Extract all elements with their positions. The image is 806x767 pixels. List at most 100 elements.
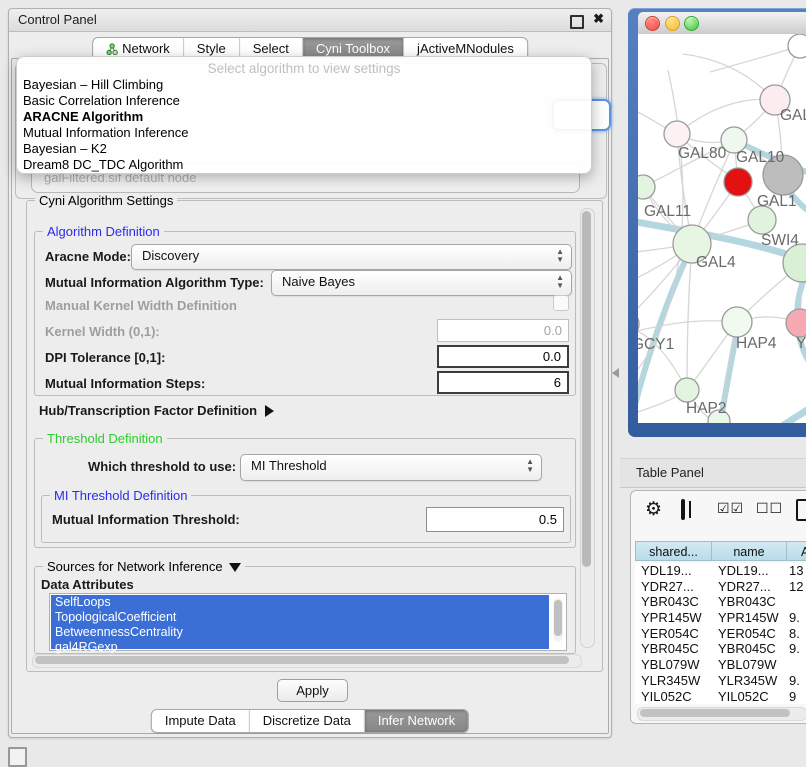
node-label: HAP4 [736,335,777,352]
minimize-window-icon[interactable] [665,16,680,31]
table-hscroll-thumb[interactable] [640,709,790,717]
table-column-header[interactable]: name [712,541,787,561]
node-label: GCY1 [638,336,674,353]
table-column-header[interactable]: A [787,541,806,561]
node-label: GAL10 [736,149,785,166]
kernel-width-label: Kernel Width (0,1): [45,324,160,339]
attribute-list-item[interactable]: SelfLoops [51,595,549,610]
network-node[interactable] [722,307,752,337]
select-all-icon[interactable]: ☑☑ [717,500,744,517]
network-node[interactable] [638,175,655,199]
network-node[interactable] [786,309,806,337]
tab-infer-network[interactable]: Infer Network [364,710,468,732]
sources-group: Sources for Network Inference Data Attri… [34,566,576,654]
attribute-list-item[interactable]: BetweennessCentrality [51,625,549,640]
network-canvas[interactable]: GALGAL80GAL10GAL1GAL11SWI4GAL4GCY1HAP4YH… [638,34,806,423]
data-attributes-list[interactable]: SelfLoopsTopologicalCoefficientBetweenne… [49,593,567,651]
network-edge[interactable] [710,46,800,72]
algorithm-option[interactable]: Dream8 DC_TDC Algorithm [17,157,591,173]
table-row[interactable]: YBL079WYBL079W [635,657,806,673]
attribute-list-item[interactable]: gal4RGexp [51,640,549,655]
network-window-titlebar[interactable] [638,12,806,35]
table-cell: 9. [787,673,806,689]
mi-steps-field-wrap [437,371,569,394]
table-row[interactable]: YBR043CYBR043C [635,594,806,610]
table-cell: 9. [787,610,806,626]
close-window-icon[interactable] [645,16,660,31]
table-row[interactable]: YER054CYER054C8. [635,626,806,642]
network-node[interactable] [675,378,699,402]
mi-threshold-group: MI Threshold Definition Mutual Informati… [41,495,571,543]
mi-steps-label: Mutual Information Steps: [45,376,205,391]
network-node[interactable] [724,168,752,196]
combo-arrows-icon: ▲▼ [526,458,534,474]
table-horizontal-scrollbar[interactable] [637,707,806,721]
algorithm-option[interactable]: Mutual Information Inference [17,125,591,141]
bottom-tab-bar: Impute DataDiscretize Data Infer Network [151,709,469,733]
zoom-window-icon[interactable] [684,16,699,31]
mi-algorithm-type-combo[interactable]: Naive Bayes ▲▼ [271,270,572,296]
table-row[interactable]: YLR345WYLR345W9. [635,673,806,689]
table-row[interactable]: YDL19...YDL19...13 [635,563,806,579]
kernel-width-input[interactable] [437,319,569,342]
gear-icon[interactable]: ⚙ [645,500,662,519]
hub-definition-toggle[interactable]: Hub/Transcription Factor Definition [39,402,274,420]
network-node[interactable] [664,121,690,147]
algorithm-option[interactable]: Bayesian – Hill Climbing [17,77,591,93]
collapsed-panel-icon[interactable] [8,747,27,767]
deselect-all-icon[interactable]: ☐☐ [756,500,783,517]
table-row[interactable]: YIL052CYIL052C9 [635,689,806,705]
dpi-tolerance-field-wrap [437,345,569,368]
attribute-list-item[interactable]: TopologicalCoefficient [51,610,549,625]
algorithm-definition-group: Algorithm Definition Aracne Mode: Discov… [34,231,576,396]
settings-group-title: Cyni Algorithm Settings [35,193,177,208]
network-node[interactable] [638,311,639,337]
table-cell: YLR345W [635,673,712,689]
panel-divider-grip[interactable] [612,368,619,378]
network-edge[interactable] [687,246,692,389]
list-scrollbar[interactable] [553,598,563,642]
network-node[interactable] [788,34,806,58]
mi-algorithm-type-value: Naive Bayes [272,271,571,293]
table-cell: YIL052C [712,689,787,705]
network-node[interactable] [748,206,776,234]
table-cell: YDR27... [635,579,712,595]
split-columns-icon[interactable] [681,499,685,520]
settings-vscroll-thumb[interactable] [582,211,591,567]
tab-discretize-data[interactable]: Discretize Data [249,710,364,732]
algorithm-option[interactable]: Basic Correlation Inference [17,93,591,109]
aracne-mode-combo[interactable]: Discovery ▲▼ [131,244,572,270]
table-row[interactable]: YBR045CYBR045C9. [635,641,806,657]
table-column-header[interactable]: shared... [635,541,712,561]
close-panel-icon[interactable]: ✖ [593,11,604,27]
mi-threshold-input[interactable] [426,507,564,532]
settings-hscroll-thumb[interactable] [35,656,569,664]
dpi-tolerance-input[interactable] [437,345,569,368]
list-scrollbar-thumb[interactable] [554,600,562,636]
which-threshold-combo[interactable]: MI Threshold ▲▼ [240,454,542,481]
tab-impute-data[interactable]: Impute Data [152,710,249,732]
algorithm-definition-title: Algorithm Definition [43,224,164,239]
settings-vertical-scrollbar[interactable] [580,208,595,648]
mi-steps-input[interactable] [437,371,569,394]
selected-attributes: SelfLoopsTopologicalCoefficientBetweenne… [51,595,549,649]
combo-arrows-icon: ▲▼ [556,248,564,264]
network-edge[interactable] [756,400,806,423]
table-row[interactable]: YPR145WYPR145W9. [635,610,806,626]
aracne-mode-value: Discovery [132,245,571,267]
sources-group-title[interactable]: Sources for Network Inference [43,559,245,574]
algorithm-option[interactable]: ARACNE Algorithm [17,109,591,125]
node-label: SWI4 [761,232,799,249]
network-graph: GALGAL80GAL10GAL1GAL11SWI4GAL4GCY1HAP4YH… [638,34,806,423]
float-panel-icon[interactable] [570,15,584,29]
tab-label: Infer Network [378,710,455,732]
apply-button[interactable]: Apply [277,679,348,702]
expand-right-icon [265,405,274,417]
table-doc-icon[interactable] [796,499,806,521]
settings-horizontal-scrollbar[interactable] [32,654,582,668]
manual-kernel-checkbox[interactable] [553,295,569,311]
node-table: shared...nameA [635,541,806,561]
algorithm-option[interactable]: Bayesian – K2 [17,141,591,157]
hub-definition-label: Hub/Transcription Factor Definition [39,403,257,418]
table-row[interactable]: YDR27...YDR27...12 [635,579,806,595]
